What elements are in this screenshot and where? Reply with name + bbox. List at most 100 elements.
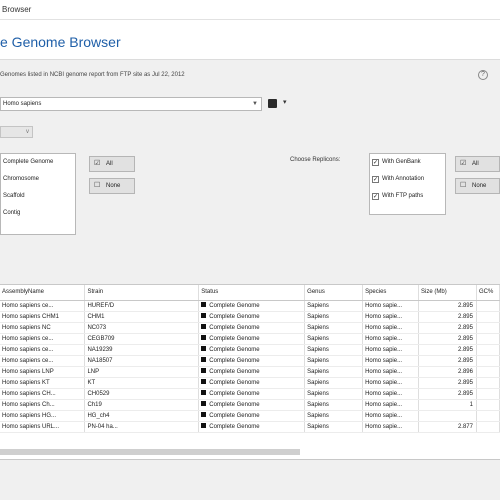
table-cell: Homo sapie...: [362, 366, 420, 378]
table-row[interactable]: Homo sapiens URL... PN-04 ha... Complete G…: [0, 421, 500, 433]
table-row[interactable]: Homo sapiens CH... CH0529 Complete Genome S…: [0, 388, 500, 400]
cell-text: Homo sapiens CH...: [2, 390, 56, 397]
cell-text: Sapiens: [307, 346, 329, 353]
table-cell: 2.896: [418, 366, 477, 378]
column-header[interactable]: Strain: [84, 285, 200, 301]
genome-table[interactable]: AssemblyName Strain Status Genus Species…: [0, 284, 500, 460]
cell-text: Homo sapie...: [365, 379, 403, 386]
replicons-list[interactable]: ✓ With GenBank ✓ With Annotation ✓ With …: [369, 153, 446, 215]
table-cell: Homo sapiens ce...: [0, 355, 86, 367]
save-icon[interactable]: [268, 99, 277, 108]
level-item[interactable]: Chromosome: [1, 171, 75, 188]
table-row[interactable]: Homo sapiens ce... NA19239 Complete Genome…: [0, 344, 500, 356]
status-dot-icon: [201, 324, 207, 330]
left-none-label: None: [106, 183, 121, 189]
cell-text: Homo sapie...: [365, 335, 403, 342]
table-cell: Sapiens: [304, 388, 364, 400]
table-cell: Homo sapiens CH...: [0, 388, 86, 400]
help-icon[interactable]: ?: [478, 70, 488, 80]
column-header[interactable]: Status: [198, 285, 306, 301]
table-row[interactable]: Homo sapiens ce... CEGB709 Complete Genome…: [0, 333, 500, 345]
table-cell: Homo sapiens ce...: [0, 344, 86, 356]
table-cell: [476, 421, 500, 433]
left-none-button[interactable]: ☐ None: [89, 178, 135, 194]
page-title: e Genome Browser: [0, 34, 121, 50]
column-header[interactable]: Species: [362, 285, 420, 301]
replicon-item[interactable]: ✓ With GenBank: [370, 154, 445, 171]
cell-text: CEGB709: [87, 335, 115, 342]
cell-text: Complete Genome: [209, 302, 260, 309]
cell-text: 1: [469, 401, 473, 408]
cell-text: HG_ch4: [87, 412, 110, 419]
organism-dropdown[interactable]: Homo sapiens ▼: [0, 97, 262, 111]
table-cell: Homo sapiens URL...: [0, 421, 86, 433]
left-all-button[interactable]: ☑ All: [89, 156, 135, 172]
cell-text: Homo sapie...: [365, 302, 403, 309]
column-header[interactable]: AssemblyName: [0, 285, 86, 301]
table-row[interactable]: Homo sapiens Ch... Ch19 Complete Genome Sap…: [0, 399, 500, 411]
table-cell: Complete Genome: [198, 344, 306, 356]
table-cell: Complete Genome: [198, 377, 306, 389]
table-row[interactable]: Homo sapiens ce... NA18507 Complete Genome…: [0, 355, 500, 367]
level-item[interactable]: Scaffold: [1, 188, 75, 205]
checkbox[interactable]: ✓: [372, 193, 379, 200]
cell-text: Homo sapie...: [365, 313, 403, 320]
cell-text: Homo sapiens HG...: [2, 412, 57, 419]
table-row[interactable]: Homo sapiens KT KT Complete Genome Sapiens H…: [0, 377, 500, 389]
level-list[interactable]: Complete Genome Chromosome Scaffold Cont…: [0, 153, 76, 235]
column-header[interactable]: Genus: [304, 285, 364, 301]
cell-text: 2.895: [457, 346, 473, 353]
check-all-icon: ☑: [94, 160, 101, 167]
table-cell: Complete Genome: [198, 366, 306, 378]
small-dropdown[interactable]: v: [0, 126, 33, 138]
right-all-button[interactable]: ☑ All: [455, 156, 500, 172]
status-dot-icon: [201, 302, 207, 308]
status-dot-icon: [201, 423, 207, 429]
cell-text: CH0529: [87, 390, 110, 397]
table-cell: Homo sapie...: [362, 410, 420, 422]
cell-text: 2.896: [457, 368, 473, 375]
table-cell: Homo sapie...: [362, 333, 420, 345]
table-cell: Complete Genome: [198, 311, 306, 323]
column-header[interactable]: GC%: [476, 285, 500, 301]
table-cell: 2.895: [418, 344, 477, 356]
right-all-label: All: [472, 161, 479, 167]
table-cell: Sapiens: [304, 333, 364, 345]
table-row[interactable]: Homo sapiens HG... HG_ch4 Complete Genome S…: [0, 410, 500, 422]
table-cell: Complete Genome: [198, 421, 306, 433]
table-cell: Sapiens: [304, 421, 364, 433]
chevron-down-icon: ▼: [252, 101, 258, 107]
table-cell: 2.895: [418, 377, 477, 389]
level-item[interactable]: Complete Genome: [1, 154, 75, 171]
cell-text: Sapiens: [307, 423, 329, 430]
replicon-item[interactable]: ✓ With Annotation: [370, 171, 445, 188]
table-cell: Complete Genome: [198, 355, 306, 367]
right-none-button[interactable]: ☐ None: [455, 178, 500, 194]
checkbox[interactable]: ✓: [372, 176, 379, 183]
horizontal-scrollbar[interactable]: [0, 449, 300, 455]
table-cell: [476, 410, 500, 422]
cell-text: Homo sapiens ce...: [2, 346, 54, 353]
table-cell: [476, 300, 500, 312]
table-row[interactable]: Homo sapiens ce... HUREF/D Complete Genome…: [0, 300, 500, 312]
column-header[interactable]: Size (Mb): [418, 285, 477, 301]
table-row[interactable]: Homo sapiens LNP LNP Complete Genome Sapien…: [0, 366, 500, 378]
table-row[interactable]: Homo sapiens NC NC073 Complete Genome Sapie…: [0, 322, 500, 334]
info-text: Genomes listed in NCBI genome report fro…: [0, 72, 185, 78]
table-cell: Ch19: [84, 399, 200, 411]
level-item[interactable]: Contig: [1, 205, 75, 222]
cell-text: Homo sapiens ce...: [2, 335, 54, 342]
table-row[interactable]: Homo sapiens CHM1 CHM1 Complete Genome Sapi…: [0, 311, 500, 323]
cell-text: Complete Genome: [209, 401, 260, 408]
menu-arrow-icon[interactable]: ▾: [283, 98, 287, 106]
checkbox[interactable]: ✓: [372, 159, 379, 166]
cell-text: Sapiens: [307, 412, 329, 419]
table-cell: Complete Genome: [198, 410, 306, 422]
table-cell: 2.895: [418, 322, 477, 334]
table-cell: CEGB709: [84, 333, 200, 345]
cell-text: Sapiens: [307, 357, 329, 364]
replicon-item[interactable]: ✓ With FTP paths: [370, 188, 445, 205]
window-title: Browser: [2, 5, 32, 14]
status-dot-icon: [201, 335, 207, 341]
genome-table-grid: AssemblyName Strain Status Genus Species…: [0, 285, 500, 433]
